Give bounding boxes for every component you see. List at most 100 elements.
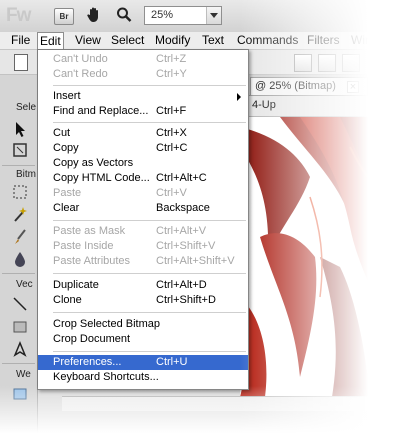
menu-text[interactable]: Text	[199, 33, 227, 48]
chevron-down-icon[interactable]	[206, 7, 221, 24]
rectangle-tool-icon[interactable]	[11, 318, 29, 336]
tools-divider	[2, 363, 35, 364]
view-4-up-tab[interactable]: 4-Up	[252, 99, 276, 111]
application-bar: Fw Br 25%	[0, 0, 400, 33]
menu-item-paste-attributes: Paste Attributes Ctrl+Alt+Shift+V	[38, 254, 248, 269]
menu-item-label: Find and Replace...	[53, 105, 149, 117]
menu-separator	[53, 122, 246, 123]
brush-tool-icon[interactable]	[11, 228, 29, 246]
menu-item-shortcut: Ctrl+C	[156, 142, 188, 154]
menu-item-shortcut: Backspace	[156, 202, 210, 214]
bitmap-image	[240, 117, 400, 397]
menu-item-label: Paste as Mask	[53, 225, 126, 237]
menu-item-preferences[interactable]: Preferences... Ctrl+U	[38, 355, 248, 370]
menu-commands[interactable]: Commands	[234, 33, 301, 48]
document-tab-bar: @ 25% (Bitmap) ×	[240, 75, 400, 96]
zoom-tool-icon[interactable]	[116, 6, 132, 24]
menu-edit[interactable]: Edit	[37, 32, 64, 50]
close-icon[interactable]: ×	[347, 81, 359, 93]
menu-bar: File Edit View Select Modify Text Comman…	[0, 32, 400, 50]
menu-item-paste: Paste Ctrl+V	[38, 186, 248, 201]
menu-separator	[53, 85, 246, 86]
web-section-label: We	[16, 369, 31, 380]
menu-item-shortcut: Ctrl+Alt+C	[156, 172, 207, 184]
marquee-tool-icon[interactable]	[11, 183, 29, 201]
document-canvas[interactable]	[240, 117, 400, 397]
menu-item-paste-inside: Paste Inside Ctrl+Shift+V	[38, 239, 248, 254]
menu-item-find-replace[interactable]: Find and Replace... Ctrl+F	[38, 104, 248, 119]
menu-separator	[53, 220, 246, 221]
menu-separator	[53, 273, 246, 274]
menu-item-undo: Can't Undo Ctrl+Z	[38, 52, 248, 67]
document-view-bar: 4-Up	[240, 96, 400, 117]
menu-item-crop-document[interactable]: Crop Document	[38, 332, 248, 347]
menu-item-label: Crop Selected Bitmap	[53, 318, 160, 330]
vector-section-label: Vec	[16, 279, 33, 290]
menu-item-shortcut: Ctrl+X	[156, 127, 187, 139]
tools-divider	[2, 165, 35, 166]
menu-item-label: Copy as Vectors	[53, 157, 134, 169]
menu-item-shortcut: Ctrl+Alt+V	[156, 225, 207, 237]
menu-item-shortcut: Ctrl+Alt+Shift+V	[156, 255, 235, 267]
menu-filters[interactable]: Filters	[304, 33, 343, 48]
hand-tool-icon[interactable]	[86, 6, 102, 24]
menu-item-cut[interactable]: Cut Ctrl+X	[38, 126, 248, 141]
menu-item-label: Clear	[53, 202, 80, 214]
line-tool-icon[interactable]	[11, 295, 29, 313]
menu-item-redo: Can't Redo Ctrl+Y	[38, 67, 248, 82]
crop-tool-icon[interactable]	[11, 141, 29, 159]
zoom-level-value: 25%	[151, 9, 174, 21]
menu-item-copy-as-vectors[interactable]: Copy as Vectors	[38, 156, 248, 171]
tools-panel: Sele Bitm Vec We	[0, 75, 38, 436]
group-icon[interactable]	[318, 54, 336, 72]
menu-item-label: Paste Inside	[53, 240, 114, 252]
select-section-label: Sele	[16, 102, 37, 113]
menu-item-clone[interactable]: Clone Ctrl+Shift+D	[38, 293, 248, 308]
menu-item-shortcut: Ctrl+Z	[156, 53, 187, 65]
document-tab[interactable]: @ 25% (Bitmap) ×	[250, 77, 368, 95]
menu-item-label: Insert	[53, 90, 81, 102]
horizontal-scrollbar[interactable]	[62, 396, 400, 411]
menu-item-shortcut: Ctrl+Y	[156, 68, 187, 80]
menu-separator	[53, 312, 246, 313]
menu-item-label: Paste	[53, 187, 82, 199]
magic-wand-tool-icon[interactable]	[11, 206, 29, 224]
menu-item-insert[interactable]: Insert	[38, 89, 248, 104]
hotspot-tool-icon[interactable]	[11, 385, 29, 403]
pen-tool-icon[interactable]	[11, 340, 29, 358]
bridge-button[interactable]: Br	[54, 8, 74, 25]
menu-select[interactable]: Select	[108, 33, 147, 48]
menu-item-crop-selected-bitmap[interactable]: Crop Selected Bitmap	[38, 317, 248, 332]
menu-item-copy[interactable]: Copy Ctrl+C	[38, 141, 248, 156]
menu-item-shortcut: Ctrl+Shift+D	[156, 294, 216, 306]
menu-item-clear[interactable]: Clear Backspace	[38, 201, 248, 216]
menu-item-label: Preferences...	[53, 356, 122, 368]
menu-item-shortcut: Ctrl+Alt+D	[156, 279, 207, 291]
zoom-level-select[interactable]: 25%	[144, 6, 222, 25]
menu-modify[interactable]: Modify	[152, 33, 193, 48]
menu-item-copy-html-code[interactable]: Copy HTML Code... Ctrl+Alt+C	[38, 171, 248, 186]
pointer-tool-icon[interactable]	[11, 120, 29, 138]
menu-file[interactable]: File	[8, 33, 33, 48]
menu-item-shortcut: Ctrl+U	[156, 356, 188, 368]
tools-divider	[2, 273, 35, 274]
menu-item-label: Copy HTML Code...	[53, 172, 150, 184]
fireworks-window: Fw Br 25% File Edit View Select Modify T…	[0, 0, 400, 436]
menu-item-paste-as-mask: Paste as Mask Ctrl+Alt+V	[38, 224, 248, 239]
menu-item-duplicate[interactable]: Duplicate Ctrl+Alt+D	[38, 278, 248, 293]
ungroup-icon[interactable]	[342, 54, 360, 72]
menu-item-keyboard-shortcuts[interactable]: Keyboard Shortcuts...	[38, 370, 248, 385]
blur-tool-icon[interactable]	[11, 250, 29, 268]
menu-item-label: Cut	[53, 127, 71, 139]
menu-view[interactable]: View	[72, 33, 104, 48]
new-document-icon[interactable]	[14, 54, 28, 71]
menu-item-label: Copy	[53, 142, 79, 154]
menu-item-label: Can't Redo	[53, 68, 108, 80]
menu-item-shortcut: Ctrl+F	[156, 105, 187, 117]
bitmap-section-label: Bitm	[16, 169, 36, 180]
document-tab-title: @ 25% (Bitmap)	[255, 80, 336, 92]
align-icon[interactable]	[294, 54, 312, 72]
menu-item-label: Keyboard Shortcuts...	[53, 371, 159, 383]
menu-window[interactable]: Windo	[348, 33, 388, 48]
edit-menu-dropdown: Can't Undo Ctrl+Z Can't Redo Ctrl+Y Inse…	[37, 49, 249, 390]
